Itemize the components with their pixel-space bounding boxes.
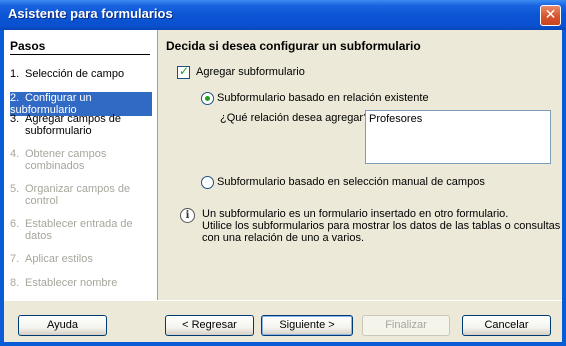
info-icon: i: [180, 208, 195, 223]
info-line: Utilice los subformularios para mostrar …: [202, 220, 561, 232]
step-1-field-selection[interactable]: 1. Selección de campo: [10, 68, 152, 80]
relation-listbox[interactable]: Profesores: [365, 110, 551, 164]
step-label-continued: datos: [25, 230, 52, 242]
step-label: Selección de campo: [25, 68, 125, 80]
help-button[interactable]: Ayuda: [18, 315, 107, 336]
existing-relation-radio[interactable]: [201, 92, 214, 105]
steps-panel: Pasos 1. Selección de campo 2. Configurar …: [4, 30, 158, 300]
step-8-set-name: 8. Establecer nombre: [10, 277, 152, 289]
step-7-apply-styles: 7. Aplicar estilos: [10, 253, 152, 265]
info-line: Un subformulario es un formulario insert…: [202, 208, 509, 220]
step-label: Establecer entrada de: [25, 218, 133, 230]
step-label: Aplicar estilos: [25, 253, 93, 265]
step-number: 8.: [10, 277, 20, 289]
info-line: con una relación de uno a varios.: [202, 232, 365, 244]
manual-fields-radio[interactable]: [201, 176, 214, 189]
step-label-continued: control: [25, 195, 59, 207]
info-message: Un subformulario es un formulario insert…: [202, 208, 561, 244]
next-button[interactable]: Siguiente >: [261, 315, 353, 336]
step-number: 1.: [10, 68, 20, 80]
step-6-set-data-entry: 6. Establecer entrada de datos: [10, 218, 152, 242]
existing-relation-label[interactable]: Subformulario basado en relación existen…: [217, 92, 429, 104]
finish-button: Finalizar: [362, 315, 450, 336]
title-bar[interactable]: Asistente para formularios ✕: [0, 0, 566, 30]
step-content: Decida si desea configurar un subformula…: [158, 30, 562, 300]
step-number: 2.: [10, 92, 20, 104]
step-3-add-subform-fields[interactable]: 3. Agregar campos de subformulario: [10, 113, 152, 137]
step-5-arrange-controls: 5. Organizar campos de control: [10, 183, 152, 207]
step-number: 3.: [10, 113, 20, 125]
step-label-continued: subformulario: [25, 125, 92, 137]
relation-list-item[interactable]: Profesores: [369, 113, 422, 125]
step-number: 6.: [10, 218, 20, 230]
step-label: Agregar campos de: [25, 113, 121, 125]
steps-divider: [10, 54, 150, 55]
dialog-body: Pasos 1. Selección de campo 2. Configurar …: [4, 30, 562, 342]
button-bar-divider: [4, 300, 562, 301]
add-subform-label[interactable]: Agregar subformulario: [196, 66, 305, 78]
step-4-get-joined-fields: 4. Obtener campos combinados: [10, 148, 152, 172]
close-button[interactable]: ✕: [540, 5, 561, 26]
cancel-button[interactable]: Cancelar: [462, 315, 551, 336]
step-number: 4.: [10, 148, 20, 160]
manual-fields-label[interactable]: Subformulario basado en selección manual…: [217, 176, 485, 188]
step-label: Organizar campos de: [25, 183, 131, 195]
back-button[interactable]: < Regresar: [165, 315, 254, 336]
step-number: 5.: [10, 183, 20, 195]
step-label: Establecer nombre: [25, 277, 118, 289]
page-title: Decida si desea configurar un subformula…: [166, 39, 421, 53]
add-subform-checkbox[interactable]: [177, 64, 190, 79]
steps-title: Pasos: [10, 39, 46, 53]
window-title: Asistente para formularios: [8, 6, 173, 21]
relation-question-label: ¿Qué relación desea agregar?: [220, 112, 370, 124]
step-label: Obtener campos: [25, 148, 107, 160]
wizard-window: Asistente para formularios ✕ Pasos 1. Sel…: [0, 0, 566, 346]
step-number: 7.: [10, 253, 20, 265]
step-label-continued: combinados: [25, 160, 85, 172]
